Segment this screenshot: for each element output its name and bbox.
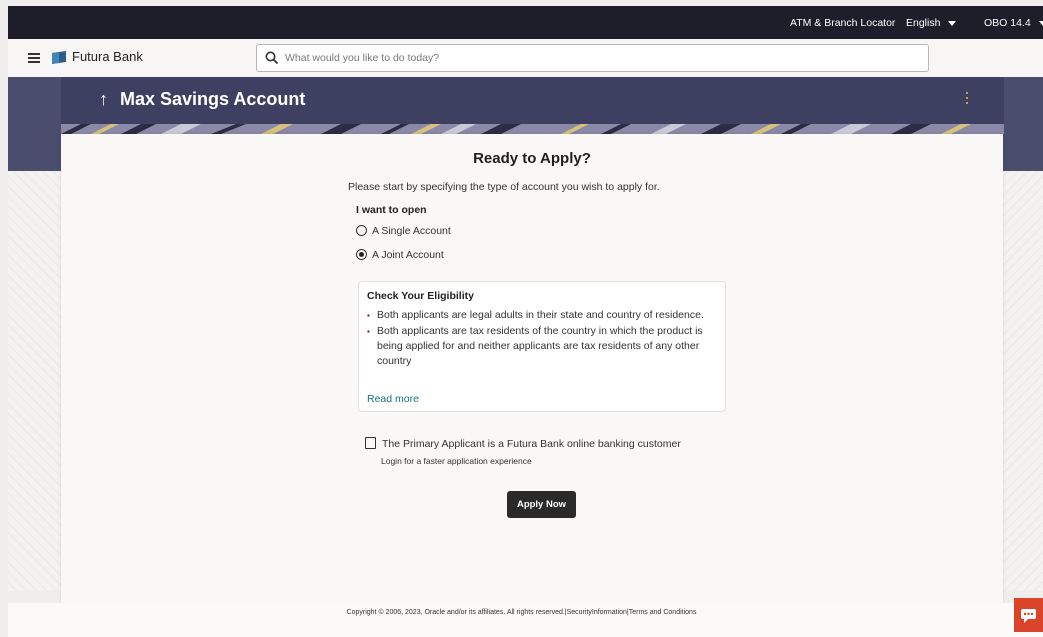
version-selector[interactable]: OBO 14.4: [984, 17, 1043, 29]
primary-customer-checkbox[interactable]: [365, 437, 376, 449]
top-bar: ATM & Branch Locator English OBO 14.4: [8, 6, 1043, 39]
atm-branch-locator-link[interactable]: ATM & Branch Locator: [790, 17, 895, 29]
login-hint-text: Login for a faster application experienc…: [381, 456, 532, 466]
copyright-text: Copyright © 2006, 2023, Oracle and/or it…: [346, 609, 697, 616]
primary-customer-label: The Primary Applicant is a Futura Bank o…: [382, 438, 681, 450]
chat-button[interactable]: [1014, 598, 1043, 632]
hamburger-icon[interactable]: [28, 53, 40, 63]
decorative-pattern: [61, 124, 1004, 134]
radio-button[interactable]: [356, 249, 367, 260]
eligibility-item: Both applicants are tax residents of the…: [367, 324, 717, 369]
eligibility-list: Both applicants are legal adults in thei…: [367, 308, 717, 370]
language-selector[interactable]: English: [906, 17, 957, 29]
primary-customer-checkbox-row[interactable]: The Primary Applicant is a Futura Bank o…: [365, 437, 681, 450]
search-icon: [265, 51, 279, 65]
language-label: English: [906, 17, 941, 29]
chat-icon: [1021, 609, 1036, 623]
card-heading: Ready to Apply?: [473, 150, 591, 167]
nav-bar: Futura Bank: [8, 39, 1043, 78]
radio-single-account[interactable]: A Single Account: [356, 225, 451, 237]
chevron-down-icon: [948, 20, 957, 26]
right-background-pattern: [1003, 171, 1043, 591]
brand-name[interactable]: Futura Bank: [72, 49, 143, 64]
eligibility-item: Both applicants are legal adults in thei…: [367, 308, 717, 323]
apply-card: Ready to Apply? Please start by specifyi…: [61, 134, 1003, 603]
radio-joint-account[interactable]: A Joint Account: [356, 249, 444, 261]
left-background-pattern: [8, 171, 61, 591]
eligibility-title: Check Your Eligibility: [367, 290, 474, 302]
search-input[interactable]: [283, 48, 917, 68]
want-to-open-label: I want to open: [356, 204, 427, 216]
chevron-down-icon: [1038, 20, 1043, 26]
read-more-link[interactable]: Read more: [367, 393, 419, 405]
kebab-menu-icon[interactable]: [965, 92, 969, 106]
radio-label: A Single Account: [372, 225, 451, 237]
page-title: ↑ Max Savings Account: [99, 89, 305, 110]
version-label: OBO 14.4: [984, 17, 1031, 29]
back-arrow-icon[interactable]: ↑: [99, 89, 108, 109]
radio-button[interactable]: [356, 225, 367, 236]
eligibility-box: Check Your Eligibility Both applicants a…: [358, 281, 726, 412]
page-title-text: Max Savings Account: [120, 89, 306, 109]
futura-bank-logo-icon: [52, 51, 66, 64]
radio-label: A Joint Account: [372, 249, 444, 261]
search-box[interactable]: [256, 44, 929, 72]
apply-now-button[interactable]: Apply Now: [507, 491, 576, 518]
intro-text: Please start by specifying the type of a…: [348, 181, 660, 193]
